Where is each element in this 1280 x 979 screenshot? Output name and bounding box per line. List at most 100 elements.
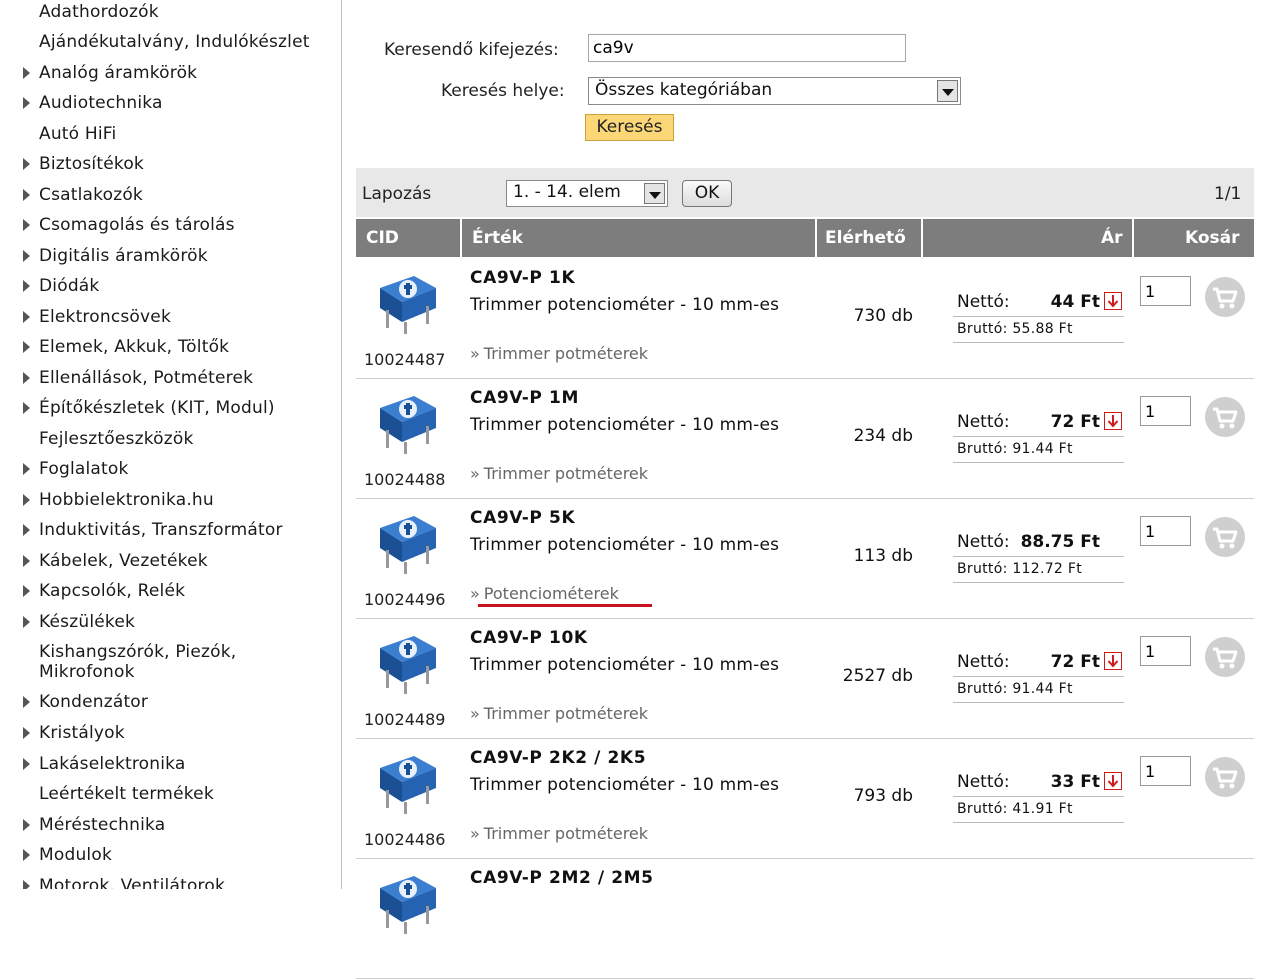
product-name[interactable]: CA9V-P 1K	[470, 268, 575, 288]
col-available[interactable]: Elérhető	[825, 219, 906, 257]
sidebar-item-label: Diódák	[39, 276, 100, 296]
netto-price: Nettó: 72 Ft	[953, 408, 1124, 437]
sidebar-item-label: Induktivitás, Transzformátor	[39, 520, 283, 540]
triangle-right-icon	[23, 67, 30, 79]
quantity-input[interactable]	[1140, 276, 1191, 306]
chevron-right-icon: »	[470, 824, 480, 843]
netto-label: Nettó:	[957, 652, 1010, 672]
sidebar-item-label: Fejlesztőeszközök	[39, 429, 194, 449]
quantity-input[interactable]	[1140, 516, 1191, 546]
cart-icon[interactable]	[1204, 396, 1246, 438]
triangle-right-icon	[23, 758, 30, 770]
table-row: 10024486 CA9V-P 2K2 / 2K5 Trimmer potenc…	[356, 738, 1254, 859]
triangle-right-icon	[23, 189, 30, 201]
col-value[interactable]: Érték	[472, 219, 523, 257]
triangle-right-icon	[23, 402, 30, 414]
col-cart[interactable]: Kosár	[1185, 219, 1240, 257]
sidebar-item-label: Audiotechnika	[39, 93, 163, 113]
cart-icon[interactable]	[1204, 636, 1246, 678]
search-input[interactable]	[588, 34, 906, 62]
brutto-value: Bruttó: 91.44 Ft	[957, 441, 1073, 457]
trimmer-potentiometer-icon[interactable]	[374, 870, 442, 934]
arrow-down-icon	[1104, 772, 1122, 790]
product-name[interactable]: CA9V-P 2K2 / 2K5	[470, 748, 646, 768]
triangle-right-icon	[23, 727, 30, 739]
netto-price: Nettó: 72 Ft	[953, 648, 1124, 677]
pagination-label: Lapozás	[362, 184, 432, 204]
highlight-underline	[478, 604, 652, 607]
cart-icon[interactable]	[1204, 276, 1246, 318]
quantity-input[interactable]	[1140, 636, 1191, 666]
chevron-down-icon[interactable]	[937, 80, 958, 102]
product-stock: 793 db	[853, 786, 913, 806]
chevron-right-icon: »	[470, 704, 480, 723]
triangle-right-icon	[23, 849, 30, 861]
search-location-label: Keresés helye:	[441, 81, 565, 101]
sidebar-item-label: Modulok	[39, 845, 113, 865]
sidebar-item-label: Kishangszórók, Piezók, Mikrofonok	[39, 642, 237, 682]
col-price[interactable]: Ár	[1101, 219, 1123, 257]
quantity-input[interactable]	[1140, 756, 1191, 786]
triangle-right-icon	[23, 311, 30, 323]
netto-value: 88.75 Ft	[1020, 532, 1100, 552]
product-name[interactable]: CA9V-P 5K	[470, 508, 575, 528]
sidebar-item-label: Hobbielektronika.hu	[39, 490, 214, 510]
product-cid: 10024489	[364, 710, 446, 729]
quantity-input[interactable]	[1140, 396, 1191, 426]
product-cid: 10024496	[364, 590, 446, 609]
triangle-right-icon	[23, 463, 30, 475]
col-cid[interactable]: CID	[366, 219, 399, 257]
sidebar-item-label: Leértékelt termékek	[39, 784, 214, 804]
brutto-value: Bruttó: 55.88 Ft	[957, 321, 1073, 337]
brutto-price: Bruttó: 91.44 Ft	[953, 438, 1124, 463]
netto-label: Nettó:	[957, 412, 1010, 432]
product-cid: 10024486	[364, 830, 446, 849]
sidebar-item-label: Ajándékutalvány, Indulókészlet	[39, 32, 310, 52]
product-category-label: Trimmer potméterek	[483, 824, 649, 843]
cart-icon[interactable]	[1204, 756, 1246, 798]
chevron-right-icon: »	[470, 584, 480, 603]
arrow-down-icon	[1104, 292, 1122, 310]
sidebar-item-label: Csatlakozók	[39, 185, 143, 205]
chevron-right-icon: »	[470, 464, 480, 483]
table-row: 10024496 CA9V-P 5K Trimmer potenciométer…	[356, 498, 1254, 619]
sidebar-item-label: Ellenállások, Potméterek	[39, 368, 254, 388]
product-category-link[interactable]: » Trimmer potméterek	[470, 824, 648, 843]
triangle-right-icon	[23, 250, 30, 262]
brutto-price: Bruttó: 41.91 Ft	[953, 798, 1124, 823]
product-category-link[interactable]: » Trimmer potméterek	[470, 344, 648, 363]
triangle-right-icon	[23, 555, 30, 567]
sidebar-item-label: Foglalatok	[39, 459, 129, 479]
sidebar-item-label: Kondenzátor	[39, 692, 149, 712]
sidebar-item-label: Építőkészletek (KIT, Modul)	[39, 398, 275, 418]
netto-value: 44 Ft	[1050, 292, 1100, 312]
table-row: 10024487 CA9V-P 1K Trimmer potenciométer…	[356, 258, 1254, 379]
search-location-select[interactable]: Összes kategóriában	[588, 77, 961, 105]
product-cid: 10024488	[364, 470, 446, 489]
triangle-right-icon	[23, 585, 30, 597]
product-category-link[interactable]: » Potenciométerek	[470, 584, 619, 603]
table-row: CA9V-P 2M2 / 2M5	[356, 858, 1254, 979]
product-name[interactable]: CA9V-P 1M	[470, 388, 579, 408]
product-name[interactable]: CA9V-P 2M2 / 2M5	[470, 868, 654, 888]
ok-button[interactable]: OK	[682, 180, 732, 207]
search-location-value: Összes kategóriában	[595, 80, 773, 100]
product-category-link[interactable]: » Trimmer potméterek	[470, 464, 648, 483]
netto-price: Nettó: 44 Ft	[953, 288, 1124, 317]
search-button[interactable]: Keresés	[585, 114, 674, 141]
netto-value: 72 Ft	[1050, 412, 1100, 432]
sidebar-item-label: Méréstechnika	[39, 815, 166, 835]
product-stock: 2527 db	[842, 666, 913, 686]
chevron-down-icon[interactable]	[644, 183, 665, 204]
cart-icon[interactable]	[1204, 516, 1246, 558]
sidebar-item-label: Kapcsolók, Relék	[39, 581, 186, 601]
product-stock: 730 db	[853, 306, 913, 326]
sidebar-item-label: Kristályok	[39, 723, 125, 743]
product-name[interactable]: CA9V-P 10K	[470, 628, 588, 648]
product-category-link[interactable]: » Trimmer potméterek	[470, 704, 648, 723]
pagination-range-select[interactable]: 1. - 14. elem	[506, 180, 668, 207]
product-stock: 234 db	[853, 426, 913, 446]
netto-value: 72 Ft	[1050, 652, 1100, 672]
table-row: 10024489 CA9V-P 10K Trimmer potenciométe…	[356, 618, 1254, 739]
triangle-right-icon	[23, 524, 30, 536]
